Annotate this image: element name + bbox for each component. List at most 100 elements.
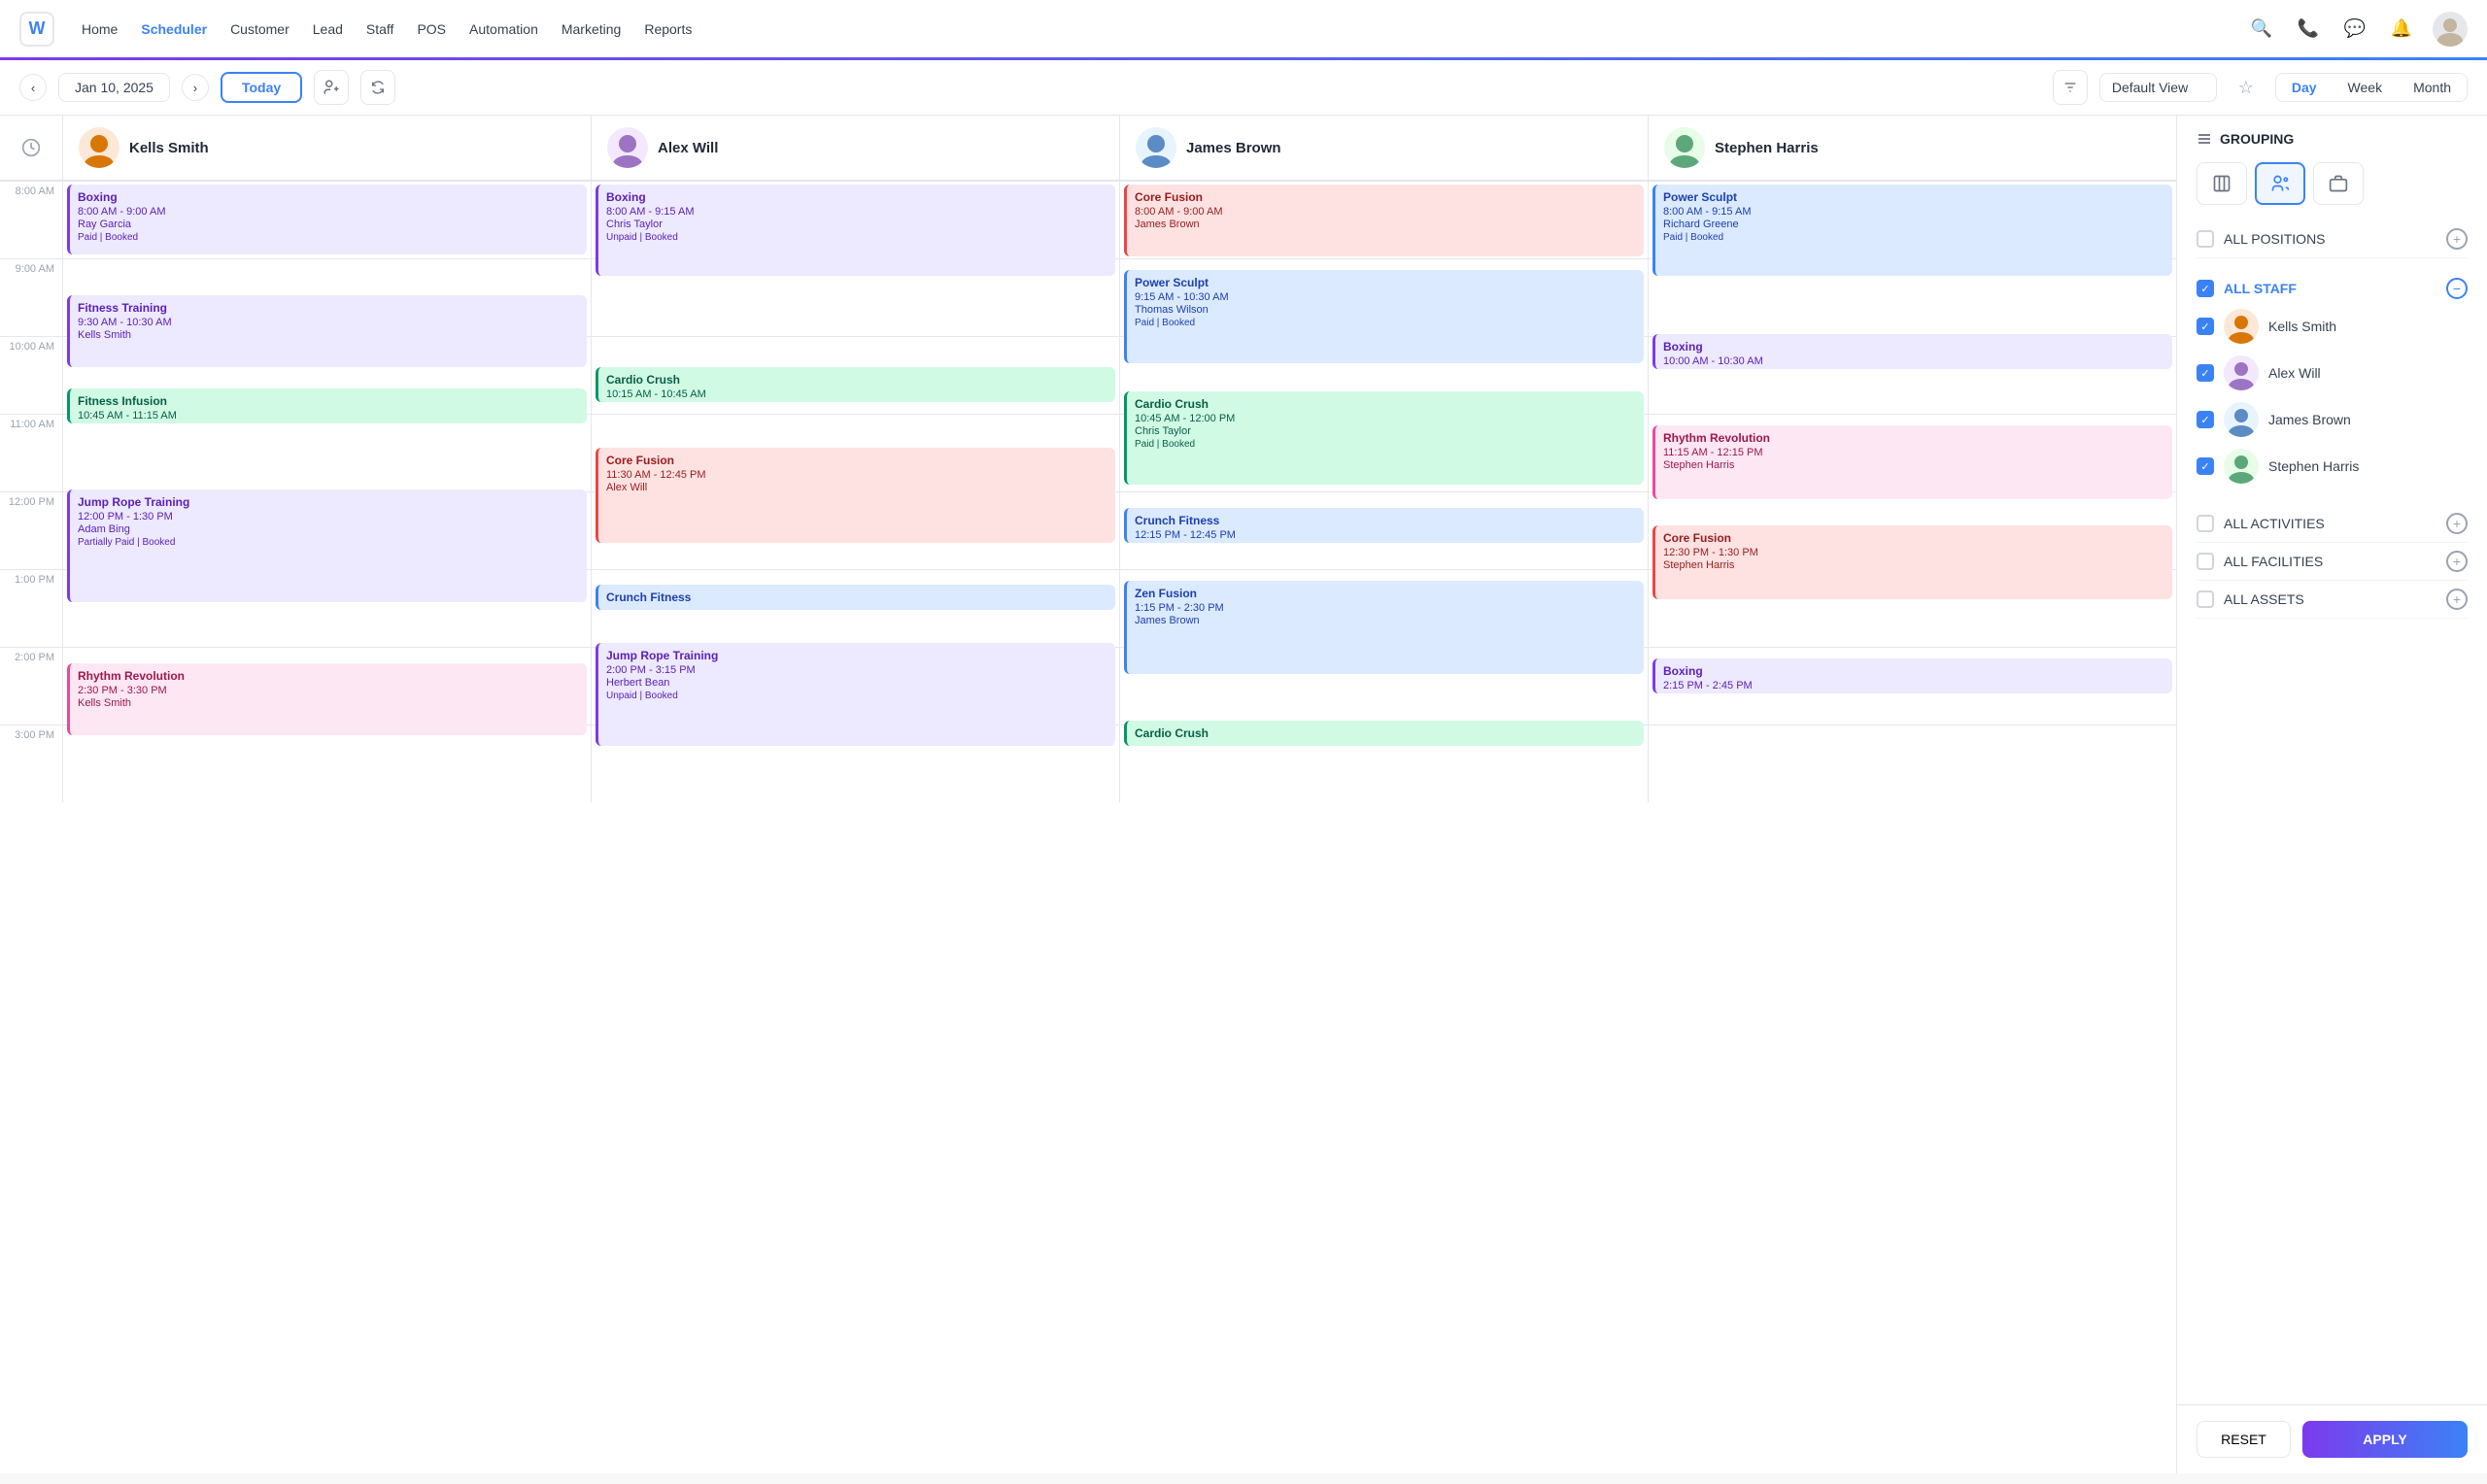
james-checkbox[interactable]: ✓ [2197,411,2214,428]
all-activities-row[interactable]: ✓ ALL ACTIVITIES + [2197,505,2468,543]
alex-event-cardio[interactable]: Cardio Crush 10:15 AM - 10:45 AM [596,367,1115,402]
nav-lead[interactable]: Lead [313,21,343,37]
apply-button[interactable]: APPLY [2302,1421,2468,1458]
add-staff-icon[interactable] [314,70,349,105]
nav-reports[interactable]: Reports [644,21,692,37]
nav-staff[interactable]: Staff [366,21,394,37]
kells-event-jumprope[interactable]: Jump Rope Training 12:00 PM - 1:30 PM Ad… [67,489,587,602]
nav-marketing[interactable]: Marketing [562,21,621,37]
event-status: Partially Paid | Booked [78,537,579,548]
all-positions-expand[interactable]: + [2446,228,2468,250]
reset-button[interactable]: RESET [2197,1421,2291,1458]
james-event-zenfusion[interactable]: Zen Fusion 1:15 PM - 2:30 PM James Brown [1124,581,1644,674]
all-assets-checkbox[interactable]: ✓ [2197,590,2214,608]
kells-event-boxing[interactable]: Boxing 8:00 AM - 9:00 AM Ray Garcia Paid… [67,185,587,254]
stephen-event-boxing[interactable]: Boxing 10:00 AM - 10:30 AM [1652,334,2172,369]
staff-group-icon[interactable] [2255,162,2305,205]
main-container: Kells Smith Alex Will James Brown Stephe… [0,116,2487,1473]
all-positions-checkbox[interactable]: ✓ [2197,230,2214,248]
resource-group-icon[interactable] [2313,162,2364,205]
today-button[interactable]: Today [221,72,302,103]
nav-automation[interactable]: Automation [469,21,538,37]
alex-event-crunch[interactable]: Crunch Fitness [596,585,1115,610]
whatsapp-icon[interactable]: 💬 [2339,14,2370,45]
current-date[interactable]: Jan 10, 2025 [58,73,170,102]
james-event-crunch[interactable]: Crunch Fitness 12:15 PM - 12:45 PM [1124,508,1644,543]
staff-item-alex[interactable]: ✓ Alex Will [2197,350,2468,396]
kells-event-fitness[interactable]: Fitness Training 9:30 AM - 10:30 AM Kell… [67,295,587,367]
all-facilities-row[interactable]: ✓ ALL FACILITIES + [2197,543,2468,581]
refresh-icon[interactable] [360,70,395,105]
all-activities-expand[interactable]: + [2446,513,2468,534]
kells-event-rhythm[interactable]: Rhythm Revolution 2:30 PM - 3:30 PM Kell… [67,663,587,735]
james-event-corefusion[interactable]: Core Fusion 8:00 AM - 9:00 AM James Brow… [1124,185,1644,256]
james-event-powersculpt[interactable]: Power Sculpt 9:15 AM - 10:30 AM Thomas W… [1124,270,1644,363]
week-view-button[interactable]: Week [2333,74,2399,101]
james-event-cardio2[interactable]: Cardio Crush [1124,721,1644,746]
stephen-event-powersculpt[interactable]: Power Sculpt 8:00 AM - 9:15 AM Richard G… [1652,185,2172,276]
event-title: Rhythm Revolution [1663,431,2164,445]
staff-item-kells[interactable]: ✓ Kells Smith [2197,303,2468,350]
activities-section: ✓ ALL ACTIVITIES + ✓ ALL FACILITIES + ✓ … [2177,497,2487,626]
all-staff-header[interactable]: ✓ ALL STAFF − [2197,274,2468,303]
kells-checkbox[interactable]: ✓ [2197,318,2214,335]
right-panel: GROUPING ✓ ALL POSITIONS + ✓ ALL STAFF [2176,116,2487,1473]
all-assets-expand[interactable]: + [2446,589,2468,610]
month-view-button[interactable]: Month [2398,74,2467,101]
nav-pos[interactable]: POS [417,21,446,37]
stephen-event-boxing2[interactable]: Boxing 2:15 PM - 2:45 PM [1652,658,2172,693]
event-trainer: James Brown [1135,219,1636,230]
all-facilities-expand[interactable]: + [2446,551,2468,572]
event-trainer: Kells Smith [78,329,579,341]
nav-home[interactable]: Home [82,21,118,37]
event-trainer: Kells Smith [78,697,579,709]
kells-event-infusion[interactable]: Fitness Infusion 10:45 AM - 11:15 AM [67,388,587,423]
james-event-cardiocrush[interactable]: Cardio Crush 10:45 AM - 12:00 PM Chris T… [1124,391,1644,485]
logo: W [19,12,54,47]
user-avatar[interactable] [2433,12,2468,47]
phone-icon[interactable]: 📞 [2293,14,2324,45]
alex-event-corefusion[interactable]: Core Fusion 11:30 AM - 12:45 PM Alex Wil… [596,448,1115,543]
event-time: 8:00 AM - 9:15 AM [606,206,1107,218]
nav-icons: 🔍 📞 💬 🔔 [2246,12,2468,47]
alex-event-boxing[interactable]: Boxing 8:00 AM - 9:15 AM Chris Taylor Un… [596,185,1115,276]
event-title: Cardio Crush [1135,397,1636,411]
nav-scheduler[interactable]: Scheduler [141,21,207,37]
search-icon[interactable]: 🔍 [2246,14,2277,45]
staff-col-kells[interactable]: Kells Smith [62,116,591,180]
staff-item-james[interactable]: ✓ James Brown [2197,396,2468,443]
all-activities-checkbox[interactable]: ✓ [2197,515,2214,532]
nav-customer[interactable]: Customer [230,21,290,37]
filter-icon[interactable] [2053,70,2088,105]
all-positions-label: ALL POSITIONS [2224,231,2436,247]
notifications-icon[interactable]: 🔔 [2386,14,2417,45]
staff-item-stephen[interactable]: ✓ Stephen Harris [2197,443,2468,489]
event-status: Paid | Booked [1135,318,1636,328]
staff-col-alex[interactable]: Alex Will [591,116,1119,180]
grouping-title: GROUPING [2220,131,2294,147]
all-staff-label: ALL STAFF [2224,281,2436,296]
alex-checkbox[interactable]: ✓ [2197,364,2214,382]
all-assets-row[interactable]: ✓ ALL ASSETS + [2197,581,2468,619]
time-slot-9am: 9:00 AM [0,258,62,336]
event-title: Cardio Crush [1135,726,1636,740]
staff-col-stephen[interactable]: Stephen Harris [1648,116,2176,180]
building-group-icon[interactable] [2197,162,2247,205]
day-view-button[interactable]: Day [2276,74,2333,101]
next-arrow[interactable]: › [182,74,209,101]
stephen-event-corefusion[interactable]: Core Fusion 12:30 PM - 1:30 PM Stephen H… [1652,525,2172,599]
alex-event-jumprope[interactable]: Jump Rope Training 2:00 PM - 3:15 PM Her… [596,643,1115,746]
all-staff-checkbox[interactable]: ✓ [2197,280,2214,297]
default-view-select[interactable]: Default View [2099,73,2217,102]
stephen-event-rhythm[interactable]: Rhythm Revolution 11:15 AM - 12:15 PM St… [1652,425,2172,499]
event-title: Power Sculpt [1135,276,1636,289]
staff-col-james[interactable]: James Brown [1119,116,1648,180]
all-positions-row[interactable]: ✓ ALL POSITIONS + [2197,220,2468,258]
stephen-checkbox[interactable]: ✓ [2197,457,2214,475]
prev-arrow[interactable]: ‹ [19,74,47,101]
all-staff-collapse[interactable]: − [2446,278,2468,299]
event-trainer: Stephen Harris [1663,459,2164,471]
all-facilities-checkbox[interactable]: ✓ [2197,553,2214,570]
event-status: Paid | Booked [1135,439,1636,450]
star-icon[interactable]: ☆ [2229,70,2264,105]
